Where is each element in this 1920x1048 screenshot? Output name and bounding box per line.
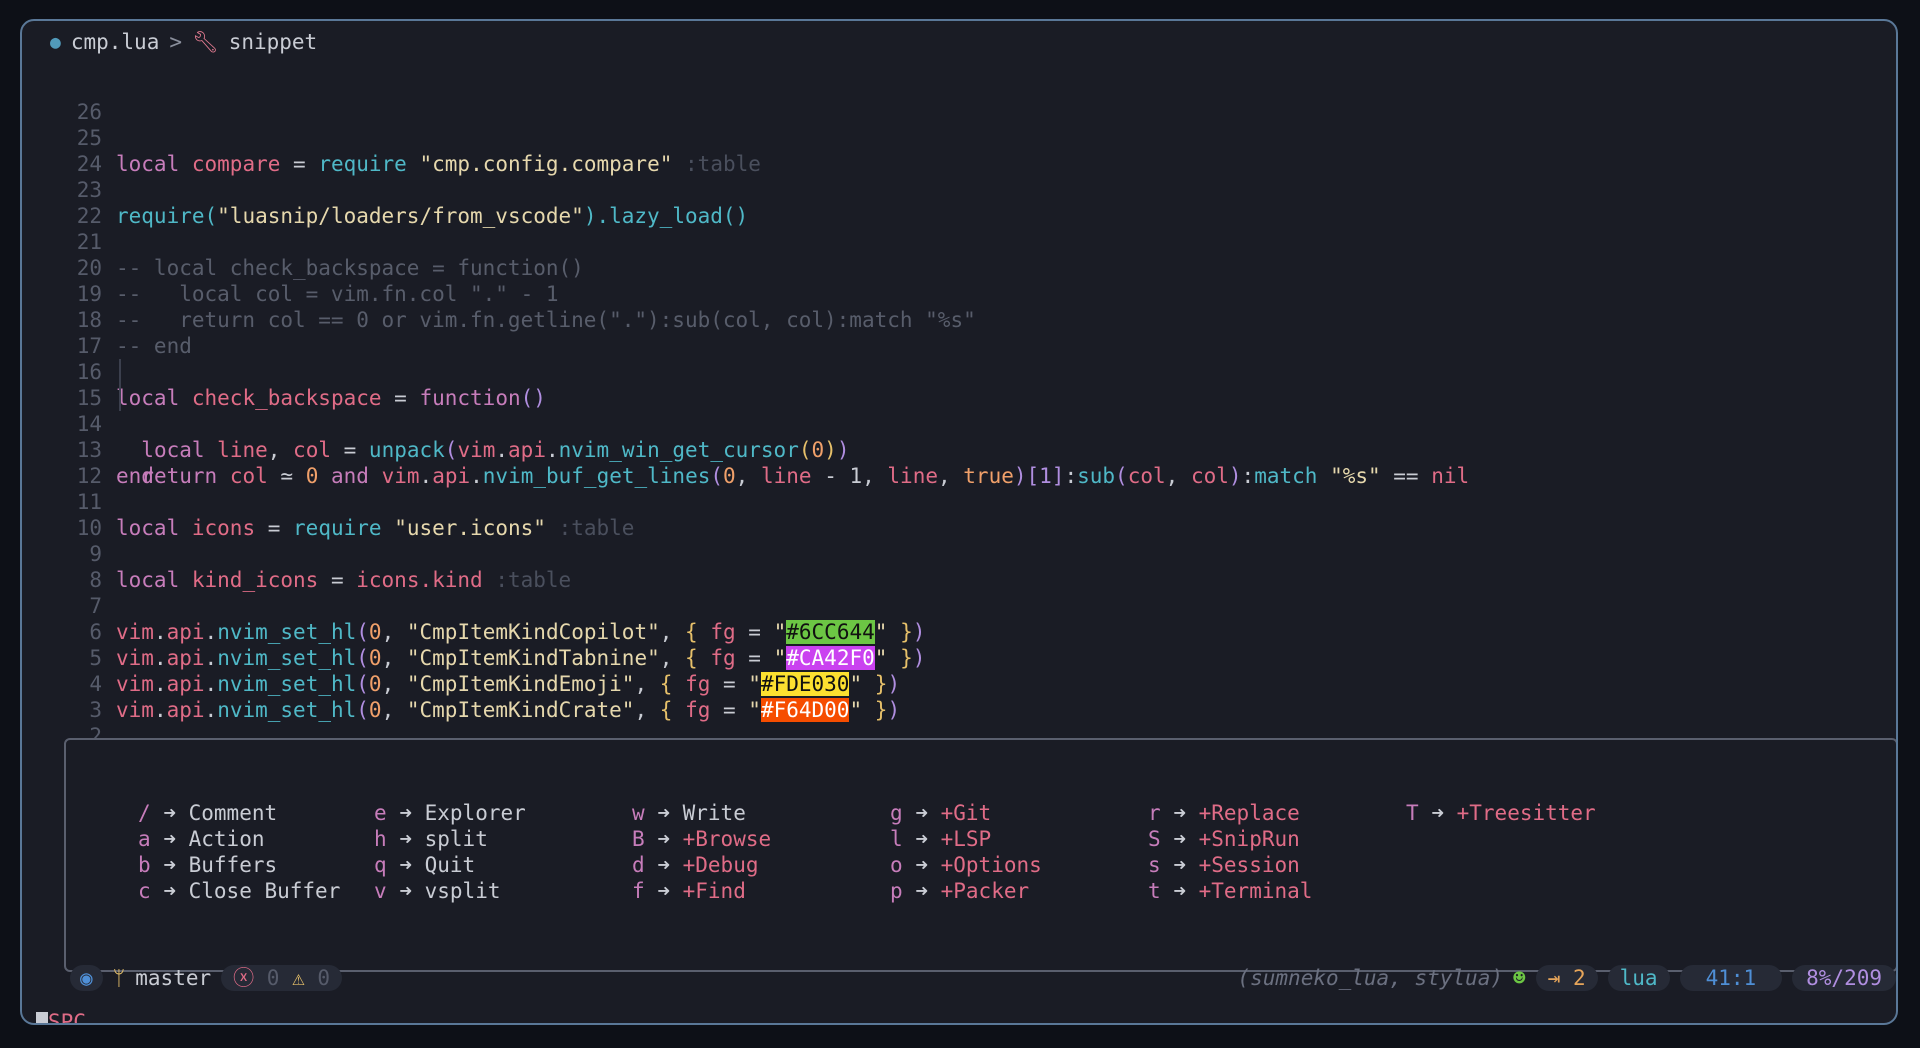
which-key-column: / ➜ Comment a ➜ Action b ➜ Buffers c ➜ C…	[138, 800, 340, 904]
code-line[interactable]: 20 -- local col = vim.fn.col "." - 1	[22, 229, 1896, 306]
indent-guide	[119, 359, 121, 385]
code-line[interactable]: 22	[22, 177, 1896, 228]
code-line[interactable]: 26	[22, 73, 1896, 124]
code-line[interactable]: 24	[22, 125, 1896, 176]
filetype[interactable]: lua	[1607, 965, 1670, 991]
code-line[interactable]: 15 local line, col = unpack(vim.api.nvim…	[22, 359, 1896, 462]
which-key-item[interactable]: v ➜ vsplit	[374, 878, 526, 904]
statusline-left: ◉ ᛘ master ⓧ 0 ⚠ 0	[70, 965, 343, 991]
code-line[interactable]: 18 -- end	[22, 281, 1896, 358]
mode-dot-icon: ◉	[80, 966, 93, 990]
code-line[interactable]: 7 vim.api.nvim_set_hl(0, "CmpItemKindCop…	[22, 567, 1896, 644]
code-line[interactable]: 12	[22, 437, 1896, 488]
code-line[interactable]: 11 local icons = require "user.icons" :t…	[22, 463, 1896, 540]
code-line[interactable]: 23 require("luasnip/loaders/from_vscode"…	[22, 151, 1896, 228]
warning-icon: ⚠	[292, 966, 305, 990]
terminal-window: ● cmp.lua > 🔧︎ snippet 26 25 local compa…	[20, 19, 1898, 1025]
command-line[interactable]: SPC	[36, 1009, 86, 1025]
which-key-item[interactable]: r ➜ +Replace	[1148, 800, 1312, 826]
code-line[interactable]: 2 cmp.setup {	[22, 697, 1896, 774]
breadcrumb-separator: >	[169, 30, 183, 54]
error-count: 0	[266, 966, 280, 990]
code-line[interactable]: 14 return col ≃ 0 and vim.api.nvim_buf_g…	[22, 385, 1896, 488]
breadcrumb: ● cmp.lua > 🔧︎ snippet	[50, 29, 317, 55]
breadcrumb-file[interactable]: cmp.lua	[71, 30, 160, 54]
which-key-column: e ➜ Explorer h ➜ split q ➜ Quit v ➜ vspl…	[374, 800, 526, 904]
which-key-item[interactable]: b ➜ Buffers	[138, 852, 340, 878]
which-key-item[interactable]: c ➜ Close Buffer	[138, 878, 340, 904]
code-line[interactable]: 8	[22, 541, 1896, 592]
code-line[interactable]: 16 local check_backspace = function()	[22, 333, 1896, 410]
code-line[interactable]: 10	[22, 489, 1896, 540]
which-key-item[interactable]: q ➜ Quit	[374, 852, 526, 878]
git-branch[interactable]: master	[135, 966, 211, 990]
cmdline-text: SPC	[48, 1010, 86, 1025]
which-key-column: g ➜ +Git l ➜ +LSP o ➜ +Options p ➜ +Pack…	[890, 800, 1042, 904]
code-line[interactable]: 19 -- return col == 0 or vim.fn.getline(…	[22, 255, 1896, 332]
wrench-icon: 🔧︎	[192, 29, 219, 54]
lua-file-icon: ●	[50, 31, 61, 53]
which-key-item[interactable]: t ➜ +Terminal	[1148, 878, 1312, 904]
code-line[interactable]: 5 vim.api.nvim_set_hl(0, "CmpItemKindEmo…	[22, 619, 1896, 696]
which-key-column: r ➜ +Replace S ➜ +SnipRun s ➜ +Session t…	[1148, 800, 1312, 904]
code-line[interactable]: 9 local kind_icons = icons.kind :table	[22, 515, 1896, 592]
cursor-position: 41:1	[1679, 965, 1783, 991]
which-key-column: w ➜ Write B ➜ +Browse d ➜ +Debug f ➜ +Fi…	[632, 800, 771, 904]
indent-info[interactable]: ⇥ 2	[1535, 965, 1598, 991]
which-key-popup: / ➜ Comment a ➜ Action b ➜ Buffers c ➜ C…	[64, 738, 1896, 972]
breadcrumb-symbol[interactable]: snippet	[229, 30, 318, 54]
which-key-item[interactable]: a ➜ Action	[138, 826, 340, 852]
statusline: ◉ ᛘ master ⓧ 0 ⚠ 0 (sumneko_lua, stylua)…	[50, 963, 1896, 993]
code-line[interactable]: 17	[22, 307, 1896, 358]
which-key-item[interactable]: o ➜ +Options	[890, 852, 1042, 878]
which-key-item[interactable]: S ➜ +SnipRun	[1148, 826, 1312, 852]
which-key-item[interactable]: w ➜ Write	[632, 800, 771, 826]
tab-icon: ⇥	[1547, 966, 1561, 990]
code-line[interactable]: 3	[22, 671, 1896, 722]
warning-count: 0	[317, 966, 331, 990]
which-key-item[interactable]: e ➜ Explorer	[374, 800, 526, 826]
which-key-item[interactable]: / ➜ Comment	[138, 800, 340, 826]
error-icon: ⓧ	[233, 966, 255, 990]
copilot-icon: ☻	[1513, 966, 1526, 990]
mode-indicator: ◉	[70, 965, 103, 991]
git-branch-icon: ᛘ	[112, 966, 126, 990]
which-key-item[interactable]: s ➜ +Session	[1148, 852, 1312, 878]
code-line[interactable]: 13 end	[22, 411, 1896, 488]
which-key-item[interactable]: g ➜ +Git	[890, 800, 1042, 826]
code-line[interactable]: 4 vim.api.nvim_set_hl(0, "CmpItemKindCra…	[22, 645, 1896, 722]
file-percent: 8%/209	[1792, 965, 1896, 991]
which-key-item[interactable]: p ➜ +Packer	[890, 878, 1042, 904]
indent-guide	[119, 385, 121, 411]
which-key-item[interactable]: l ➜ +LSP	[890, 826, 1042, 852]
code-line[interactable]: 6 vim.api.nvim_set_hl(0, "CmpItemKindTab…	[22, 593, 1896, 670]
which-key-item[interactable]: f ➜ +Find	[632, 878, 771, 904]
statusline-right: (sumneko_lua, stylua) ☻ ⇥ 2 lua 41:1 8%/…	[1237, 965, 1896, 991]
which-key-item[interactable]: h ➜ split	[374, 826, 526, 852]
which-key-item[interactable]: B ➜ +Browse	[632, 826, 771, 852]
cursor	[36, 1012, 48, 1023]
code-line[interactable]: 25 local compare = require "cmp.config.c…	[22, 99, 1896, 176]
lsp-clients: (sumneko_lua, stylua)	[1237, 966, 1503, 990]
diagnostics[interactable]: ⓧ 0 ⚠ 0	[221, 965, 343, 991]
code-editor[interactable]: 26 25 local compare = require "cmp.confi…	[22, 73, 1896, 774]
which-key-column: T ➜ +Treesitter	[1406, 800, 1596, 826]
which-key-item[interactable]: d ➜ +Debug	[632, 852, 771, 878]
code-line[interactable]: 21 -- local check_backspace = function()	[22, 203, 1896, 280]
which-key-item[interactable]: T ➜ +Treesitter	[1406, 800, 1596, 826]
